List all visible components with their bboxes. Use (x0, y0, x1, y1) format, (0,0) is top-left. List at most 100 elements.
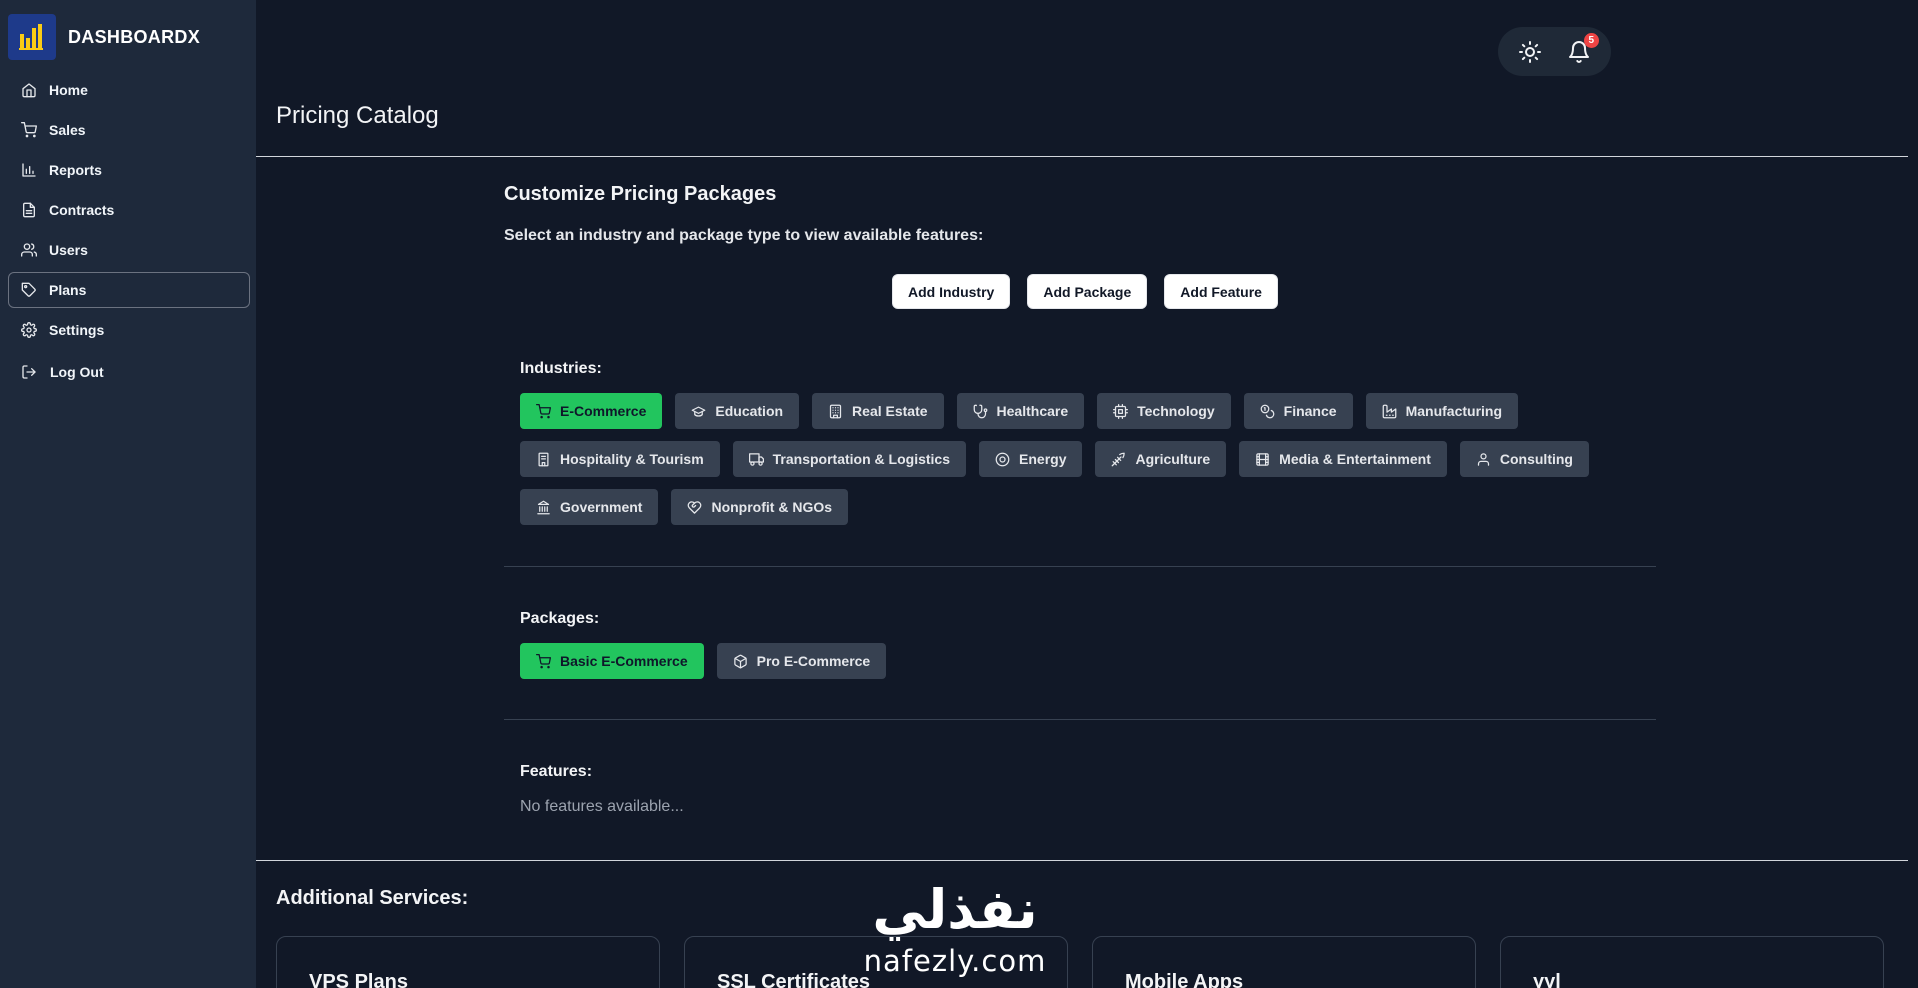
sidebar-item-plans[interactable]: Plans (8, 272, 250, 308)
chip-label: Government (560, 499, 643, 515)
service-name: SSL Certificates (717, 971, 871, 988)
service-card-vps[interactable]: VPS Plans (276, 936, 660, 988)
landmark-icon (537, 500, 550, 514)
leaf-icon (1112, 452, 1126, 466)
chip-label: Finance (1283, 403, 1337, 419)
sidebar-item-users[interactable]: Users (8, 232, 250, 268)
notifications-button[interactable]: 5 (1563, 32, 1599, 68)
cart-icon (536, 403, 551, 418)
sidebar-item-sales[interactable]: Sales (8, 112, 250, 148)
service-card-mobile[interactable]: Mobile Apps (1092, 936, 1476, 988)
app-name: DASHBOARDX (68, 26, 201, 47)
industry-chip-manufacturing[interactable]: Manufacturing (1365, 393, 1519, 429)
industry-chip-consulting[interactable]: Consulting (1459, 441, 1589, 477)
chip-label: Energy (1019, 451, 1067, 467)
sun-icon (1519, 40, 1542, 63)
chip-label: Education (715, 403, 784, 419)
chip-label: E-Commerce (560, 403, 647, 419)
service-name: VPS Plans (309, 971, 408, 988)
industries-row-2: Hospitality & Tourism Transportation & L… (520, 441, 1589, 477)
factory-icon (1382, 404, 1396, 418)
cart-icon (536, 653, 551, 668)
film-icon (1256, 452, 1269, 466)
sidebar-item-reports[interactable]: Reports (8, 152, 250, 188)
sidebar-item-label: Contracts (49, 202, 115, 218)
chip-label: Pro E-Commerce (756, 653, 871, 669)
sidebar-item-label: Plans (49, 282, 87, 298)
industry-chip-media[interactable]: Media & Entertainment (1239, 441, 1447, 477)
industry-chip-finance[interactable]: Finance (1243, 393, 1353, 429)
sidebar: DASHBOARDX Home Sales Reports Contracts … (0, 0, 256, 988)
service-name: yyl (1533, 971, 1561, 988)
header-divider (256, 156, 1908, 157)
industries-label: Industries: (520, 360, 602, 377)
add-industry-button[interactable]: Add Industry (892, 274, 1011, 309)
sidebar-item-settings[interactable]: Settings (8, 312, 250, 348)
industries-divider (504, 566, 1656, 567)
document-icon (23, 202, 35, 218)
notification-badge: 5 (1583, 32, 1599, 48)
watermark-arabic: نفذلي (872, 878, 1038, 941)
service-name: Mobile Apps (1125, 971, 1244, 988)
sidebar-nav: Home Sales Reports Contracts Users Plans… (8, 72, 250, 394)
industries-row-1: E-Commerce Education Real Estate Healthc… (520, 393, 1519, 429)
add-package-button[interactable]: Add Package (1027, 274, 1148, 309)
industries-row-3: Government Nonprofit & NGOs (520, 489, 849, 525)
chip-label: Consulting (1499, 451, 1573, 467)
logout-icon (22, 365, 36, 379)
chip-label: Manufacturing (1405, 403, 1503, 419)
industry-chip-agriculture[interactable]: Agriculture (1095, 441, 1227, 477)
action-buttons: Add Industry Add Package Add Feature (892, 274, 1278, 309)
services-title: Additional Services: (276, 887, 469, 909)
industry-chip-education[interactable]: Education (675, 393, 800, 429)
package-chip-basic[interactable]: Basic E-Commerce (520, 643, 704, 679)
box-icon (733, 654, 747, 668)
stethoscope-icon (973, 404, 987, 418)
section-subtitle: Select an industry and package type to v… (504, 227, 984, 244)
sidebar-item-contracts[interactable]: Contracts (8, 192, 250, 228)
sidebar-item-label: Sales (49, 122, 86, 138)
logout-button[interactable]: Log Out (8, 354, 250, 390)
industry-chip-government[interactable]: Government (520, 489, 659, 525)
chip-label: Real Estate (852, 403, 928, 419)
bar-chart-icon (22, 163, 36, 177)
industry-chip-ecommerce[interactable]: E-Commerce (520, 393, 663, 429)
packages-row: Basic E-Commerce Pro E-Commerce (520, 643, 887, 679)
packages-label: Packages: (520, 610, 600, 627)
sidebar-item-label: Settings (49, 322, 105, 338)
user-icon (1477, 452, 1489, 466)
packages-divider (504, 719, 1656, 720)
gear-icon (21, 322, 37, 338)
industry-chip-hospitality[interactable]: Hospitality & Tourism (520, 441, 720, 477)
chip-label: Hospitality & Tourism (560, 451, 704, 467)
industry-chip-transportation[interactable]: Transportation & Logistics (732, 441, 967, 477)
chip-label: Technology (1137, 403, 1215, 419)
chip-label: Nonprofit & NGOs (711, 499, 833, 515)
logo-icon (8, 14, 56, 60)
hotel-icon (538, 452, 549, 466)
truck-icon (748, 452, 764, 466)
industry-chip-healthcare[interactable]: Healthcare (956, 393, 1085, 429)
chip-label: Media & Entertainment (1279, 451, 1431, 467)
service-card-ssl[interactable]: SSL Certificates (684, 936, 1068, 988)
industry-chip-nonprofit[interactable]: Nonprofit & NGOs (671, 489, 849, 525)
industry-chip-energy[interactable]: Energy (979, 441, 1083, 477)
chip-label: Basic E-Commerce (560, 653, 688, 669)
add-feature-button[interactable]: Add Feature (1164, 274, 1278, 309)
chip-label: Agriculture (1135, 451, 1211, 467)
theme-toggle-button[interactable] (1514, 36, 1546, 68)
industry-chip-real-estate[interactable]: Real Estate (812, 393, 944, 429)
chip-label: Transportation & Logistics (772, 451, 951, 467)
users-icon (21, 243, 37, 257)
features-label: Features: (520, 763, 593, 780)
industry-chip-technology[interactable]: Technology (1097, 393, 1231, 429)
sidebar-item-home[interactable]: Home (8, 72, 250, 108)
service-card-yyl[interactable]: yyl (1500, 936, 1884, 988)
cpu-icon (1113, 403, 1129, 419)
content-divider (256, 860, 1908, 861)
sidebar-item-label: Reports (49, 162, 102, 178)
energy-icon (995, 452, 1010, 466)
brand[interactable]: DASHBOARDX (8, 14, 200, 60)
package-chip-pro[interactable]: Pro E-Commerce (716, 643, 887, 679)
sidebar-item-label: Users (49, 242, 88, 258)
